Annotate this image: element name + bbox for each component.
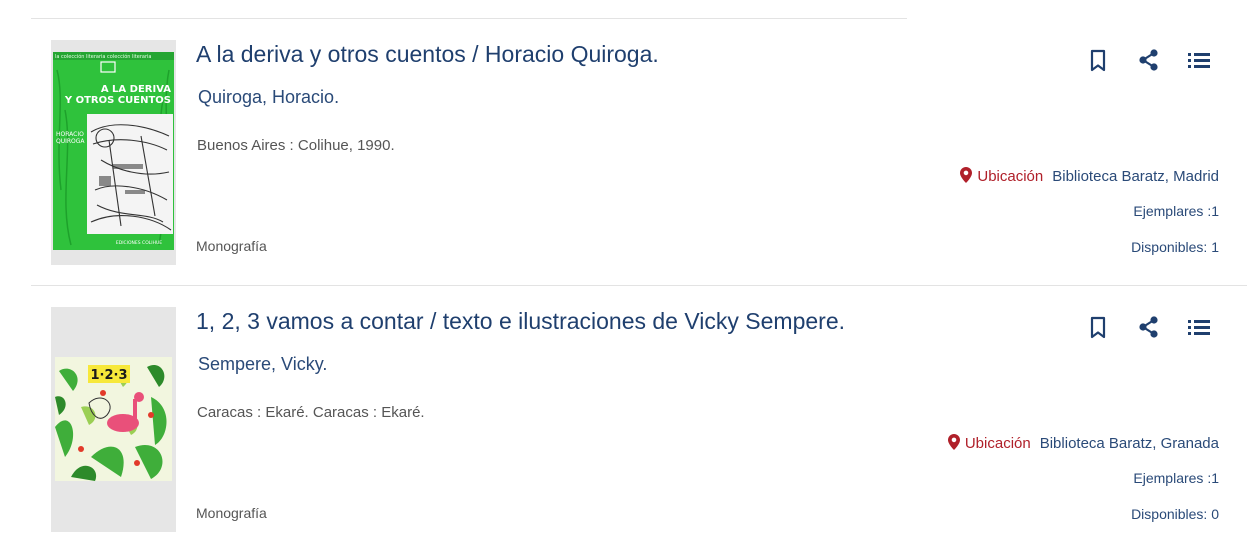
share-icon [1139,316,1158,338]
bookmark-button[interactable] [1085,314,1111,340]
record-actions [1085,47,1225,73]
bookmark-icon [1090,316,1106,339]
copies-count: Ejemplares :1 [1133,203,1219,219]
map-pin-icon [960,167,973,187]
record-publication: Buenos Aires : Colihue, 1990. [197,137,395,154]
cover-series-band: la colección literaria colección literar… [55,53,151,60]
library-link[interactable]: Biblioteca Baratz, Madrid [1052,168,1219,185]
result-record: la colección literaria colección literar… [0,19,1260,285]
location-label: Ubicación [964,435,1031,452]
book-cover-image: la colección literaria colección literar… [51,40,176,265]
list-icon [1188,320,1210,335]
record-publication: Caracas : Ekaré. Caracas : Ekaré. [197,404,425,421]
record-author-link[interactable]: Quiroga, Horacio. [198,87,339,108]
record-type: Monografía [196,238,267,254]
record-author-link[interactable]: Sempere, Vicky. [198,354,327,375]
location-label: Ubicación [977,168,1044,185]
bookmark-button[interactable] [1085,47,1111,73]
record-type: Monografía [196,505,267,521]
list-button[interactable] [1186,314,1212,340]
library-link[interactable]: Biblioteca Baratz, Granada [1040,435,1219,452]
book-cover[interactable]: 1·2·3 [51,307,176,532]
copies-count: Ejemplares :1 [1133,470,1219,486]
map-pin-icon [947,434,960,454]
share-icon [1139,49,1158,71]
record-location: Ubicación Biblioteca Baratz, Madrid [960,167,1219,187]
record-actions [1085,314,1225,340]
share-button[interactable] [1136,314,1162,340]
cover-title: 1·2·3 [90,368,127,383]
book-cover[interactable]: la colección literaria colección literar… [51,40,176,265]
available-count: Disponibles: 1 [1131,239,1219,255]
book-cover-image: 1·2·3 [51,307,176,532]
record-location: Ubicación Biblioteca Baratz, Granada [947,434,1219,454]
share-button[interactable] [1136,47,1162,73]
cover-author-line1: HORACIO [56,131,84,138]
record-title-link[interactable]: A la deriva y otros cuentos / Horacio Qu… [196,41,659,68]
bookmark-icon [1090,49,1106,72]
cover-publisher: EDICIONES COLIHUE [116,240,162,246]
available-count: Disponibles: 0 [1131,506,1219,522]
list-icon [1188,53,1210,68]
list-button[interactable] [1186,47,1212,73]
cover-author-line2: QUIROGA [56,138,85,145]
result-record: 1·2·3 1, 2, 3 vamos a contar / texto e i… [0,286,1260,552]
cover-title-line1: A LA DERIVA [101,84,171,95]
record-title-link[interactable]: 1, 2, 3 vamos a contar / texto e ilustra… [196,308,845,335]
cover-title-line2: Y OTROS CUENTOS [64,95,171,106]
